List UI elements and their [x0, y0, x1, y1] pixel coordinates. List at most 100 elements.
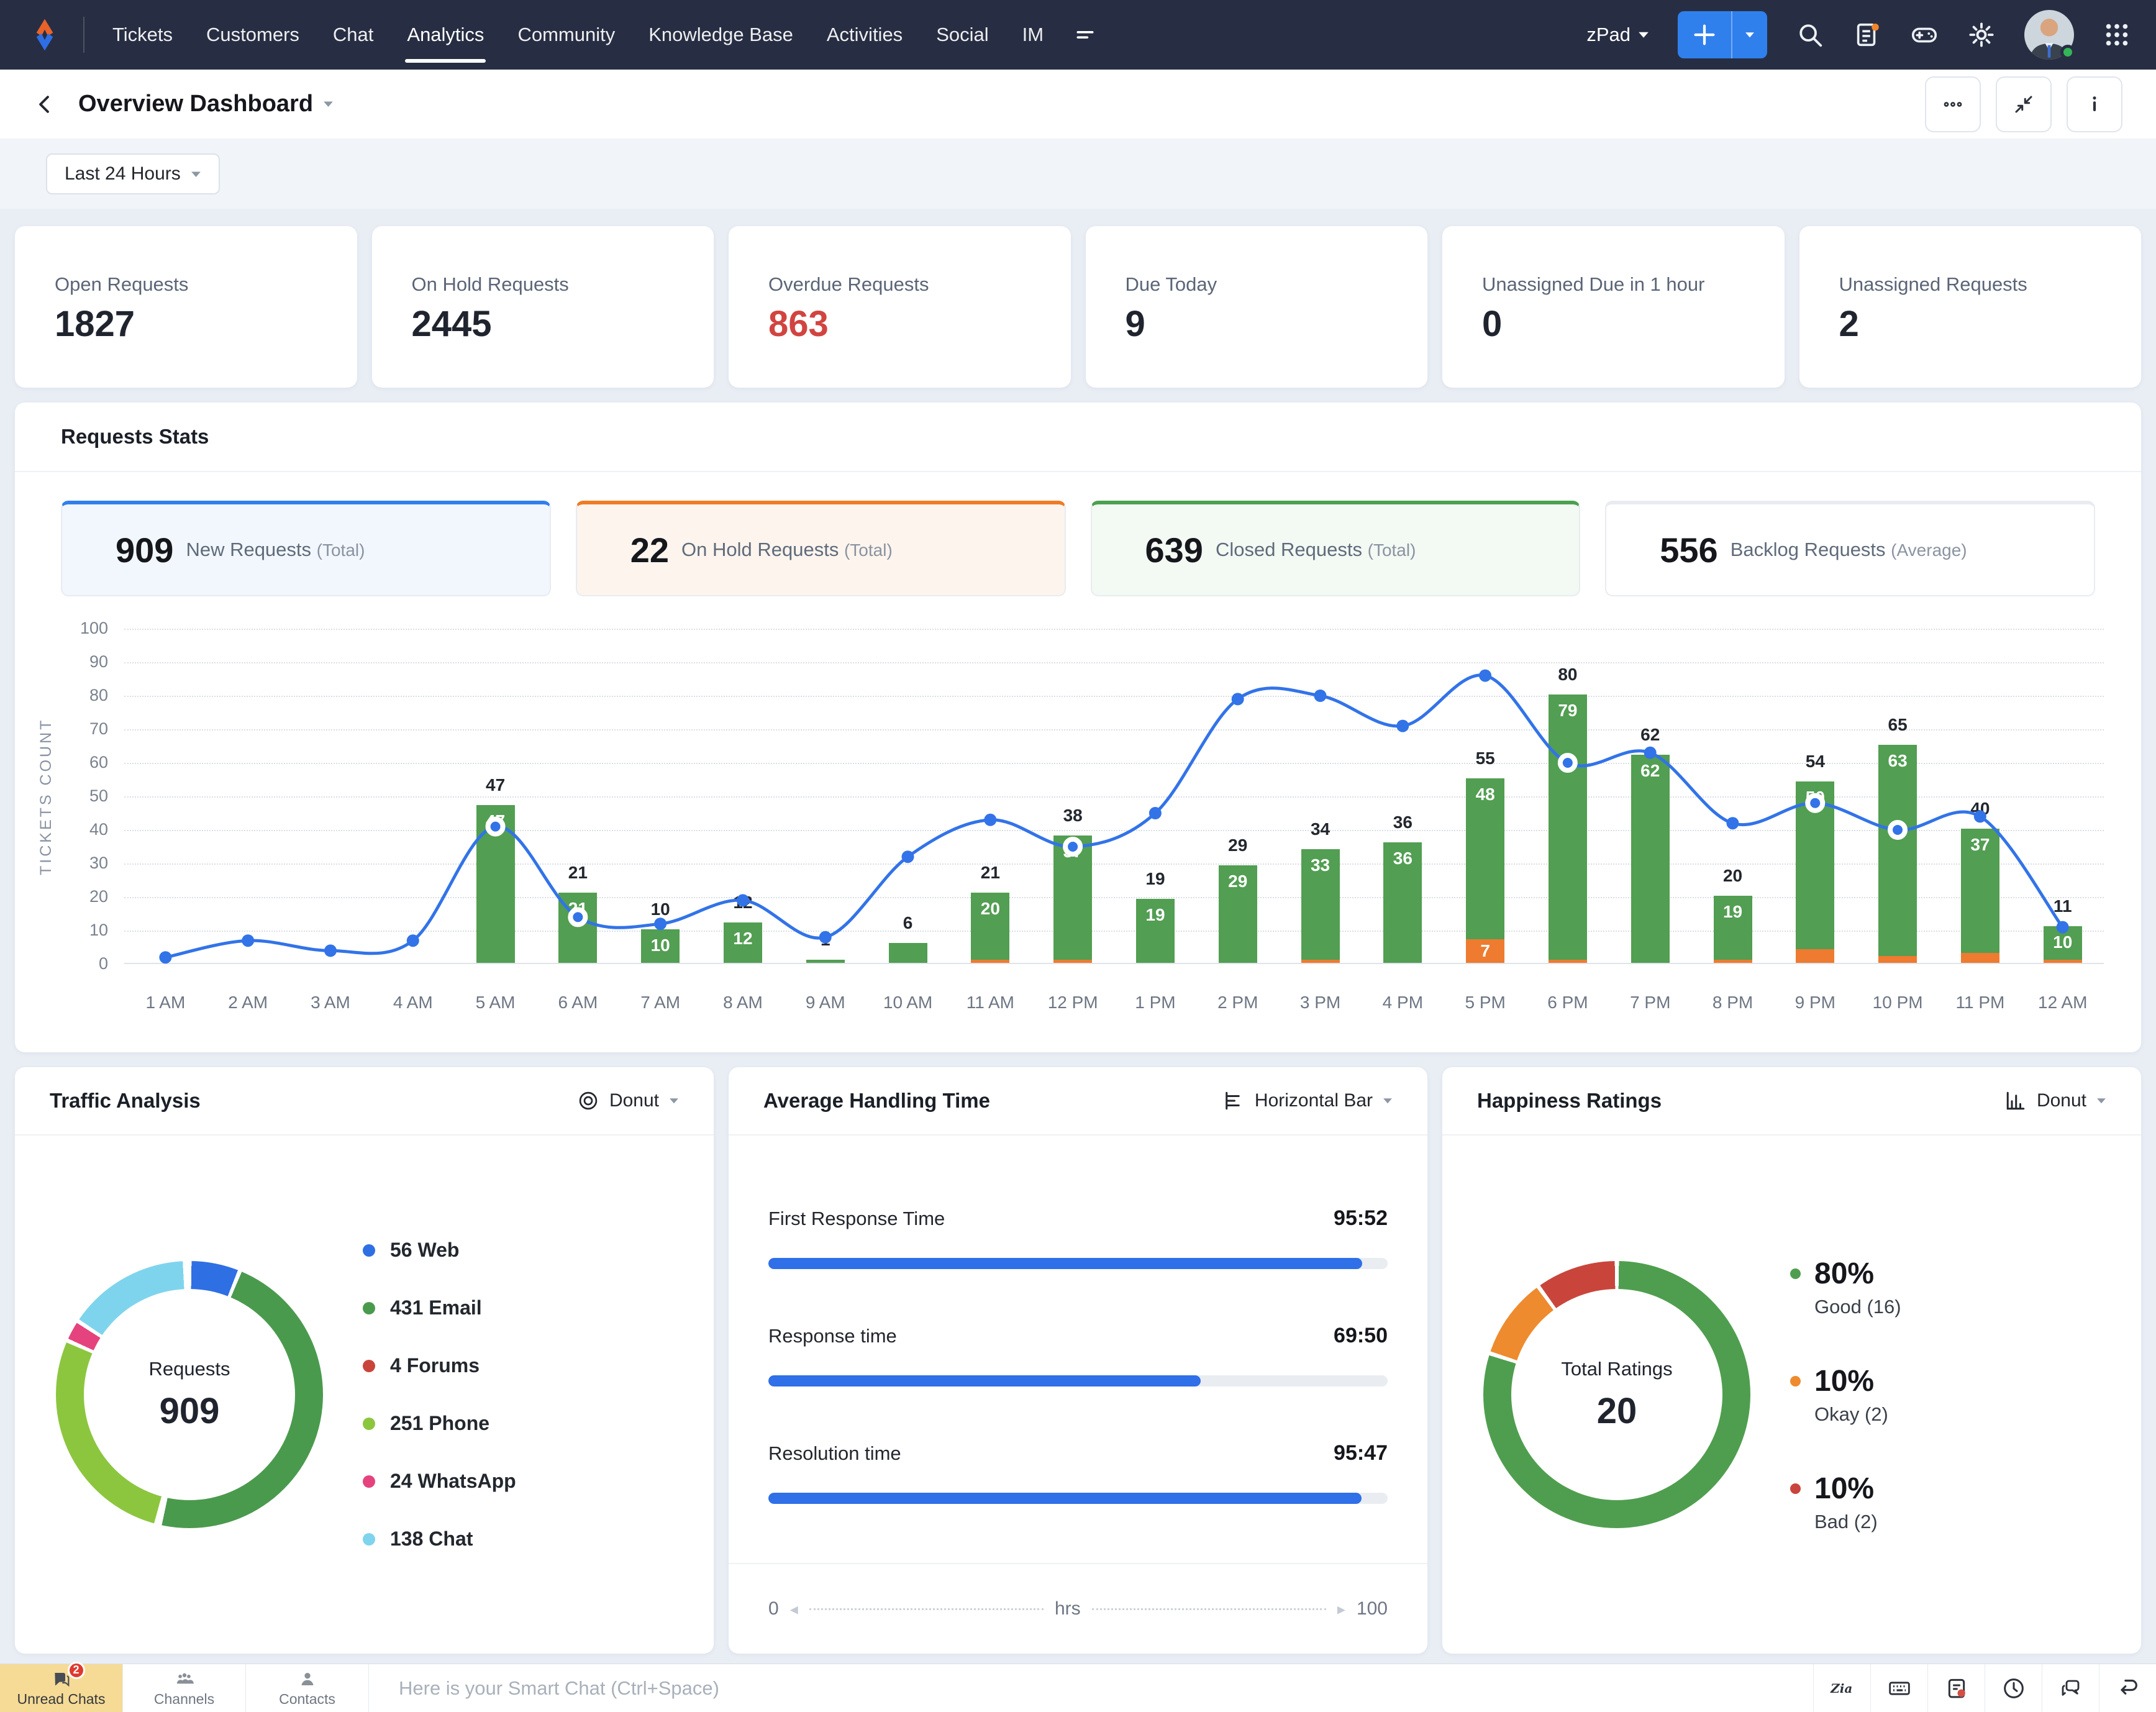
happiness-legend-item[interactable]: 10% Okay (2) — [1790, 1364, 1901, 1426]
line-point[interactable] — [1726, 817, 1739, 830]
time-range-selector[interactable]: Last 24 Hours — [46, 153, 220, 194]
kpi-card[interactable]: Due Today 9 — [1085, 226, 1427, 388]
info-button[interactable] — [2067, 76, 2122, 132]
collapse-button[interactable] — [1996, 76, 2052, 132]
line-point[interactable] — [1231, 693, 1244, 706]
line-point-highlight[interactable] — [1888, 820, 1908, 840]
apps-grid-icon[interactable] — [2103, 20, 2131, 49]
caret-down-icon[interactable] — [323, 99, 334, 109]
smart-chat-input[interactable]: Here is your Smart Chat (Ctrl+Space) — [369, 1664, 1813, 1712]
happiness-donut-chart[interactable]: Total Ratings 20 — [1483, 1261, 1750, 1528]
legend-item-whatsapp[interactable]: 24 WhatsApp — [363, 1470, 516, 1493]
kpi-card[interactable]: Open Requests 1827 — [15, 226, 357, 388]
happiness-pct: 80% — [1814, 1257, 1875, 1290]
nav-item-social[interactable]: Social — [919, 0, 1005, 70]
aht-metric-label: Resolution time — [768, 1442, 901, 1464]
nav-item-community[interactable]: Community — [501, 0, 632, 70]
happiness-legend-item[interactable]: 80% Good (16) — [1790, 1257, 1901, 1318]
line-point-highlight[interactable] — [1557, 753, 1578, 773]
settings-icon[interactable] — [1967, 20, 1996, 49]
line-point[interactable] — [1973, 810, 1986, 823]
reply-button[interactable] — [2099, 1664, 2156, 1712]
nav-item-tickets[interactable]: Tickets — [96, 0, 189, 70]
aht-bar-fill[interactable] — [768, 1258, 1362, 1269]
line-point[interactable] — [819, 931, 832, 944]
stat-tab-backlog-requests[interactable]: 556 Backlog Requests (Average) — [1605, 501, 2095, 596]
search-icon[interactable] — [1796, 20, 1824, 49]
add-button[interactable] — [1678, 11, 1767, 58]
aht-metric-value: 69:50 — [1334, 1324, 1388, 1347]
kpi-card[interactable]: On Hold Requests 2445 — [371, 226, 714, 388]
zoho-desk-logo-icon[interactable] — [25, 15, 65, 55]
line-point-highlight[interactable] — [1805, 793, 1826, 813]
zia-button[interactable]: Zia — [1813, 1664, 1870, 1712]
nav-item-label: Chat — [332, 24, 374, 45]
stat-tab-new-requests[interactable]: 909 New Requests (Total) — [61, 501, 551, 596]
nav-item-knowledge-base[interactable]: Knowledge Base — [632, 0, 810, 70]
chat-tab-unread-chats[interactable]: 2 Unread Chats — [0, 1661, 123, 1712]
workspace-selector[interactable]: zPad — [1586, 24, 1649, 46]
aht-panel-header: Average Handling Time Horizontal Bar — [729, 1067, 1427, 1136]
legend-text: 138 Chat — [390, 1528, 473, 1550]
aht-bar-fill[interactable] — [768, 1375, 1201, 1386]
line-point[interactable] — [1644, 746, 1657, 759]
chat-bubbles-button[interactable] — [2042, 1664, 2099, 1712]
keyboard-button[interactable] — [1870, 1664, 1927, 1712]
stat-tab-closed-requests[interactable]: 639 Closed Requests (Total) — [1090, 501, 1581, 596]
chat-tab-channels[interactable]: Channels — [123, 1664, 246, 1712]
line-point[interactable] — [406, 934, 419, 947]
caret-down-icon[interactable] — [1732, 11, 1767, 58]
legend-item-phone[interactable]: 251 Phone — [363, 1412, 516, 1435]
legend-item-chat[interactable]: 138 Chat — [363, 1528, 516, 1550]
plus-icon[interactable] — [1678, 11, 1732, 58]
line-point[interactable] — [736, 894, 749, 907]
line-point[interactable] — [984, 813, 997, 826]
line-point-highlight[interactable] — [568, 907, 588, 927]
notes-button[interactable] — [1927, 1664, 1985, 1712]
line-point[interactable] — [1396, 719, 1409, 732]
donut-center-value: 909 — [159, 1390, 220, 1431]
happiness-view-selector[interactable]: Donut — [2004, 1090, 2106, 1112]
kpi-card[interactable]: Unassigned Requests 2 — [1799, 226, 2141, 388]
kpi-card[interactable]: Unassigned Due in 1 hour 0 — [1442, 226, 1785, 388]
nav-item-im[interactable]: IM — [1006, 0, 1060, 70]
avatar[interactable] — [2024, 10, 2075, 60]
legend-item-web[interactable]: 56 Web — [363, 1239, 516, 1262]
line-point[interactable] — [242, 934, 255, 947]
nav-item-chat[interactable]: Chat — [316, 0, 390, 70]
line-point[interactable] — [2056, 921, 2069, 934]
nav-item-label: Community — [517, 24, 616, 45]
clock-button[interactable] — [1985, 1664, 2042, 1712]
nav-item-customers[interactable]: Customers — [189, 0, 316, 70]
legend-item-email[interactable]: 431 Email — [363, 1296, 516, 1319]
line-point[interactable] — [654, 917, 667, 931]
line-point[interactable] — [901, 850, 914, 863]
stat-tab-on-hold-requests[interactable]: 22 On Hold Requests (Total) — [575, 501, 1066, 596]
line-point[interactable] — [1314, 690, 1327, 702]
line-point[interactable] — [324, 944, 337, 957]
nav-item-analytics[interactable]: Analytics — [390, 0, 501, 70]
line-point-highlight[interactable] — [485, 816, 506, 837]
line-point[interactable] — [1479, 669, 1492, 682]
traffic-donut-chart[interactable]: Requests 909 — [56, 1261, 323, 1528]
kpi-card[interactable]: Overdue Requests 863 — [729, 226, 1071, 388]
happiness-legend-item[interactable]: 10% Bad (2) — [1790, 1472, 1901, 1533]
chat-bubbles-icon — [2058, 1676, 2083, 1701]
line-point[interactable] — [159, 951, 172, 964]
aht-view-selector[interactable]: Horizontal Bar — [1222, 1090, 1393, 1112]
feeds-icon[interactable] — [1853, 20, 1881, 49]
stat-tab-label: Backlog Requests (Average) — [1730, 539, 1967, 560]
aht-bar-fill[interactable] — [768, 1493, 1362, 1504]
more-button[interactable] — [1925, 76, 1981, 132]
legend-item-forums[interactable]: 4 Forums — [363, 1354, 516, 1377]
chevron-left-icon[interactable] — [34, 93, 57, 116]
view-label: Donut — [2036, 1090, 2086, 1111]
line-point-highlight[interactable] — [1063, 837, 1083, 857]
chat-tab-contacts[interactable]: Contacts — [246, 1664, 369, 1712]
line-point[interactable] — [1149, 807, 1162, 819]
games-icon[interactable] — [1910, 20, 1939, 49]
x-axis-label: 2 AM — [228, 993, 268, 1012]
traffic-view-selector[interactable]: Donut — [577, 1090, 679, 1112]
nav-item-activities[interactable]: Activities — [810, 0, 919, 70]
menu-lines-icon[interactable] — [1060, 22, 1110, 47]
